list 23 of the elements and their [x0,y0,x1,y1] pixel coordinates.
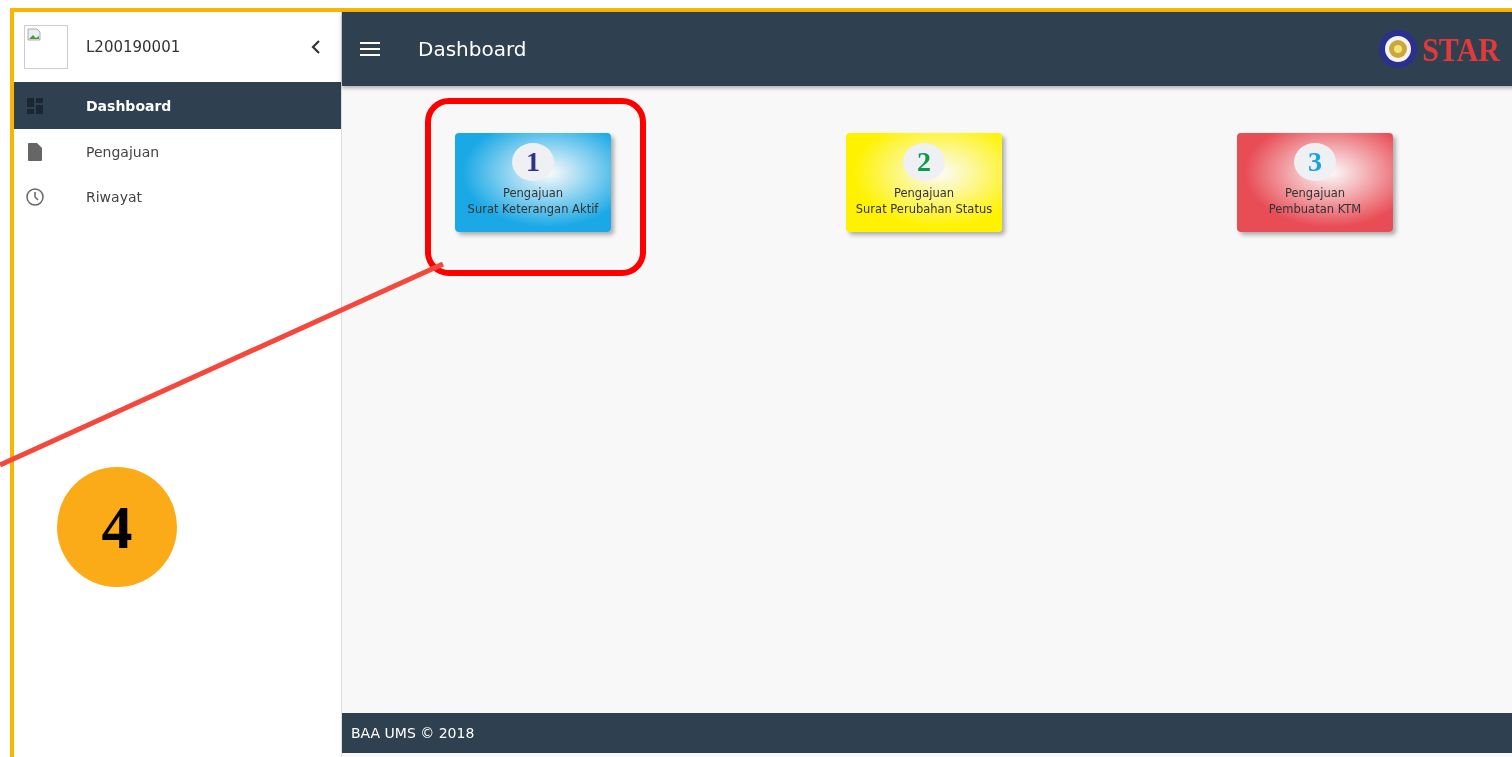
card-number: 2 [903,143,945,181]
logo-text: STAR [1422,29,1500,69]
card-label: Pengajuan Pembuatan KTM [1268,185,1362,217]
sidebar-item[interactable]: Pengajuan [14,129,341,174]
clock-icon [26,187,44,206]
menu-card[interactable]: 3 Pengajuan Pembuatan KTM [1237,133,1393,232]
broken-image-icon [24,25,68,69]
card-number: 3 [1294,143,1336,181]
sidebar-item[interactable]: Dashboard [14,82,341,129]
user-id: L200190001 [86,38,182,56]
page-title: Dashboard [418,37,527,61]
copyright-text: BAA UMS © 2018 [351,725,475,741]
card-label: Pengajuan Surat Perubahan Status [855,185,993,217]
grid-icon [26,97,44,114]
collapse-icon[interactable] [311,40,321,54]
card-number: 1 [512,143,554,181]
sidebar-item[interactable]: Riwayat [14,174,341,219]
menu-card[interactable]: 1 Pengajuan Surat Keterangan Aktif [455,133,611,232]
menu-card[interactable]: 2 Pengajuan Surat Perubahan Status [846,133,1002,232]
menu-icon[interactable] [360,42,380,56]
card-label: Pengajuan Surat Keterangan Aktif [467,185,599,217]
emblem-icon [1378,29,1419,69]
document-icon [26,142,44,161]
